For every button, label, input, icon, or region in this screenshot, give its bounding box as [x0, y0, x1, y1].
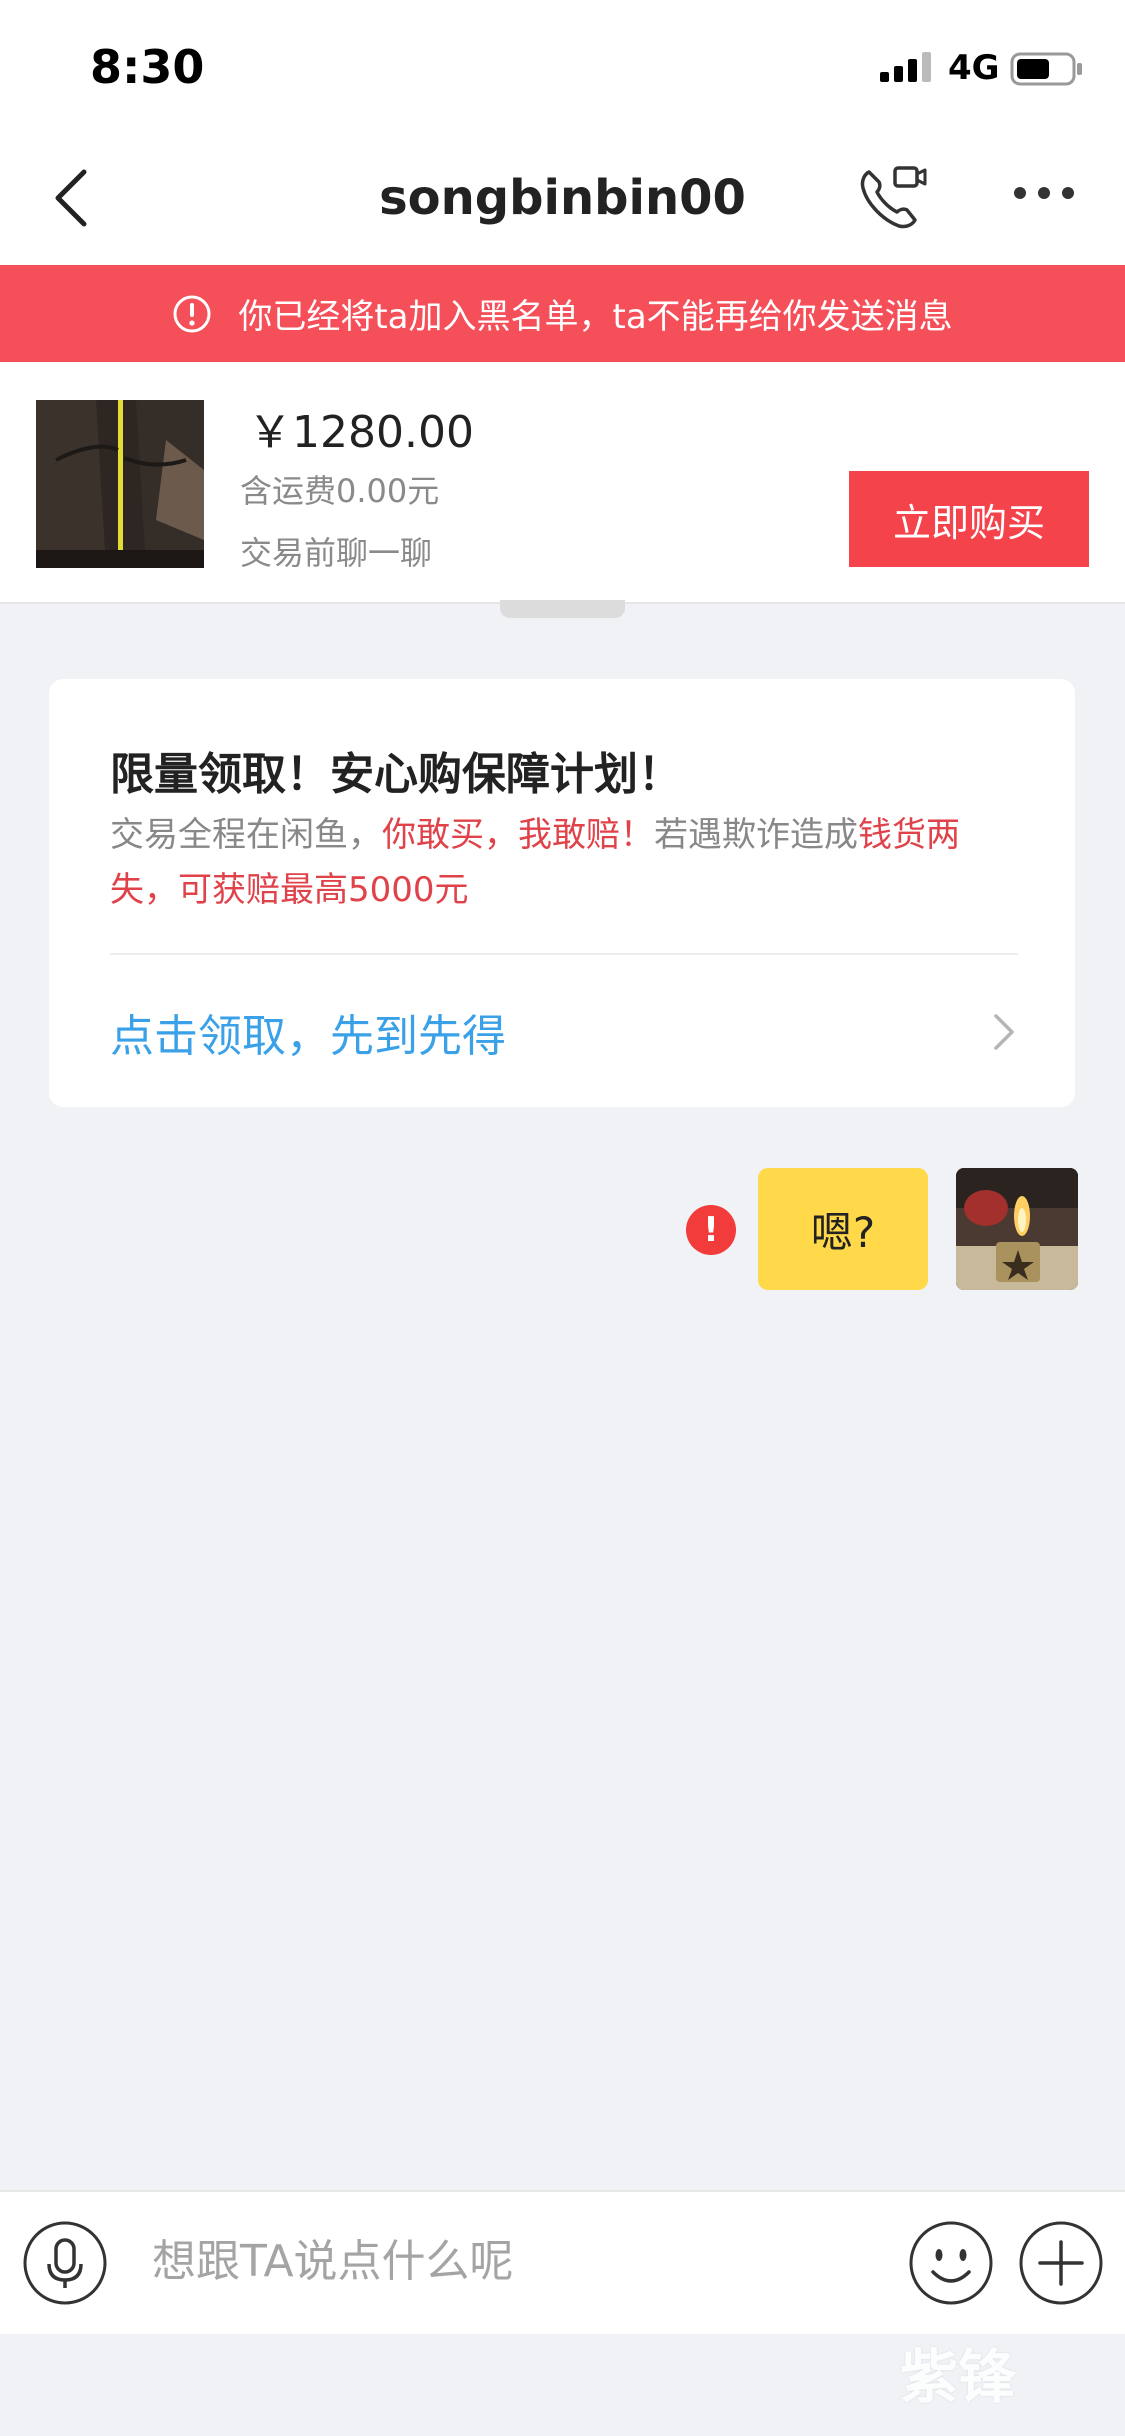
chevron-right-icon[interactable] — [992, 1012, 1016, 1056]
promo-desc-text: 交易全程在闲鱼， — [110, 815, 382, 855]
promo-description: 交易全程在闲鱼，你敢买，我敢赔！若遇欺诈造成钱货两失，可获赔最高5000元 — [110, 808, 1020, 918]
promo-desc-highlight: 你敢买，我敢赔！ — [382, 815, 654, 855]
network-label: 4G — [948, 48, 1000, 88]
timestamp-chip — [500, 600, 625, 618]
battery-icon — [1010, 52, 1084, 90]
banner-text: 你已经将ta加入黑名单，ta不能再给你发送消息 — [238, 297, 953, 337]
product-price: ￥1280.00 — [248, 407, 474, 458]
divider — [110, 953, 1018, 955]
emoji-icon[interactable] — [908, 2220, 994, 2310]
status-time: 8:30 — [90, 40, 205, 94]
send-failed-icon[interactable]: ! — [686, 1205, 736, 1255]
message-input[interactable] — [150, 2225, 894, 2297]
voice-input-icon[interactable] — [22, 2220, 108, 2310]
avatar[interactable] — [956, 1168, 1078, 1290]
signal-icon — [880, 52, 934, 86]
blacklist-banner: 你已经将ta加入黑名单，ta不能再给你发送消息 — [0, 265, 1125, 362]
watermark: 紫锋 — [900, 2343, 1017, 2411]
shipping-fee: 含运费0.00元 — [240, 472, 440, 510]
claim-link[interactable]: 点击领取，先到先得 — [110, 1000, 506, 1064]
add-attachment-icon[interactable] — [1018, 2220, 1104, 2310]
buy-now-button[interactable]: 立即购买 — [849, 471, 1089, 567]
video-call-icon[interactable] — [855, 162, 927, 238]
promo-title: 限量领取！安心购保障计划！ — [110, 749, 682, 800]
product-thumbnail[interactable] — [36, 400, 204, 568]
promo-desc-text: 若遇欺诈造成 — [654, 815, 858, 855]
page-title: songbinbin00 — [379, 170, 746, 226]
message-bubble[interactable]: 嗯? — [758, 1168, 928, 1290]
info-icon — [172, 294, 212, 334]
chat-note: 交易前聊一聊 — [240, 534, 433, 572]
more-options-icon[interactable] — [1012, 183, 1076, 207]
